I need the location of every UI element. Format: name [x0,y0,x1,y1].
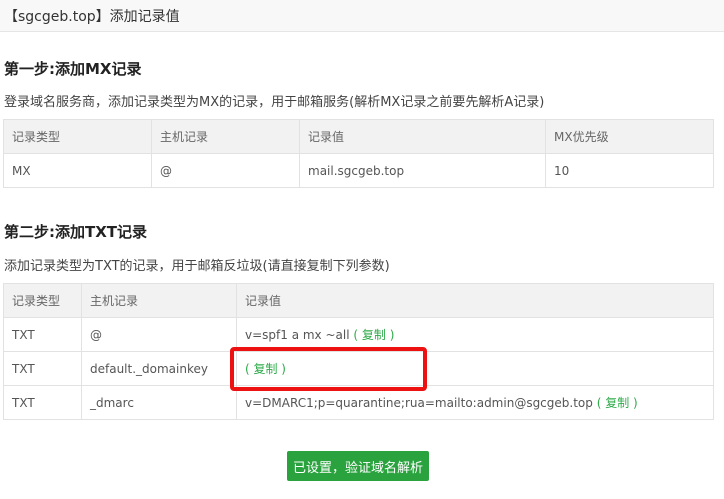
record-value-cell: ( 复制 ) [236,351,714,386]
column-header: 主机记录 [81,283,237,318]
dialog-title: 【sgcgeb.top】添加记录值 [4,9,180,25]
record-value-cell: v=DMARC1;p=quarantine;rua=mailto:admin@s… [236,385,714,420]
host-record-cell: @ [81,317,237,352]
column-header: 记录类型 [3,119,152,154]
copy-link[interactable]: ( 复制 ) [245,362,286,376]
table-header-row: 记录类型 主机记录 记录值 [3,283,714,318]
column-header: 记录值 [236,283,714,318]
step1-heading: 第一步:添加MX记录 [4,60,142,78]
column-header: 主机记录 [151,119,300,154]
record-value-text: v=spf1 a mx ~all [245,328,350,342]
copy-link[interactable]: ( 复制 ) [353,328,394,342]
txt-record-table: 记录类型 主机记录 记录值 TXT @ v=spf1 a mx ~all ( 复… [3,283,714,420]
record-type-cell: MX [3,153,152,188]
record-type-cell: TXT [3,385,82,420]
dialog-titlebar: 【sgcgeb.top】添加记录值 [0,0,724,32]
record-value-text: v=DMARC1;p=quarantine;rua=mailto:admin@s… [245,396,593,410]
column-header: 记录值 [299,119,546,154]
table-row: TXT default._domainkey ( 复制 ) [3,351,714,386]
record-value-cell: v=spf1 a mx ~all ( 复制 ) [236,317,714,352]
copy-link[interactable]: ( 复制 ) [597,396,638,410]
table-row: MX @ mail.sgcgeb.top 10 [3,153,714,188]
mx-record-table: 记录类型 主机记录 记录值 MX优先级 MX @ mail.sgcgeb.top… [3,119,714,188]
table-row: TXT @ v=spf1 a mx ~all ( 复制 ) [3,317,714,352]
mx-priority-cell: 10 [545,153,714,188]
step2-heading: 第二步:添加TXT记录 [4,223,148,241]
column-header: MX优先级 [545,119,714,154]
step1-description: 登录域名服务商，添加记录类型为MX的记录，用于邮箱服务(解析MX记录之前要先解析… [4,95,545,110]
column-header: 记录类型 [3,283,82,318]
verify-dns-button[interactable]: 已设置，验证域名解析 [287,451,429,481]
host-record-cell: _dmarc [81,385,237,420]
step2-description: 添加记录类型为TXT的记录，用于邮箱反垃圾(请直接复制下列参数) [4,259,390,274]
record-value-cell: mail.sgcgeb.top [299,153,546,188]
record-type-cell: TXT [3,317,82,352]
add-record-page: 【sgcgeb.top】添加记录值 第一步:添加MX记录 登录域名服务商，添加记… [0,0,724,499]
host-record-cell: default._domainkey [81,351,237,386]
table-header-row: 记录类型 主机记录 记录值 MX优先级 [3,119,714,154]
table-row: TXT _dmarc v=DMARC1;p=quarantine;rua=mai… [3,385,714,420]
host-record-cell: @ [151,153,300,188]
record-type-cell: TXT [3,351,82,386]
